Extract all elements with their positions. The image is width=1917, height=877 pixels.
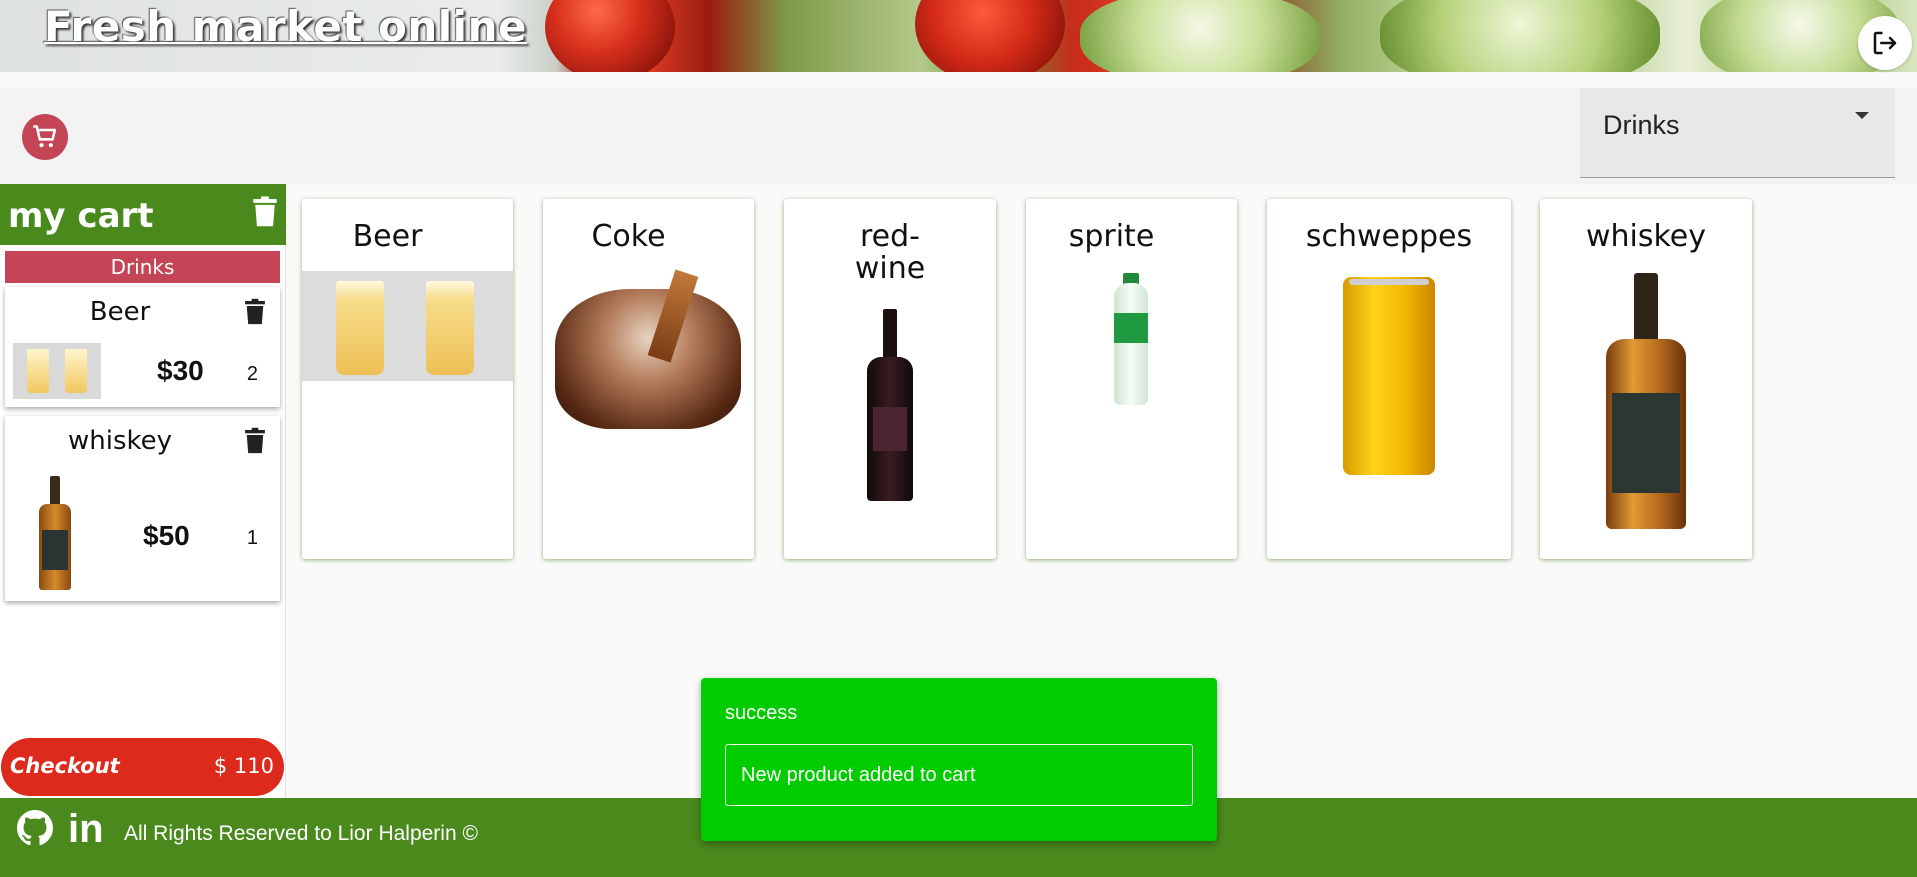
product-name: whiskey xyxy=(1585,219,1707,254)
cart-item-quantity: 2 xyxy=(246,363,258,385)
product-name: Coke xyxy=(591,219,666,254)
cart-sidebar: my cart Drinks Beer $30 2 whiskey $50 1 … xyxy=(0,184,286,798)
cart-group-label: Drinks xyxy=(5,251,280,283)
beer-image xyxy=(302,271,513,381)
clear-cart-button[interactable] xyxy=(252,196,278,232)
linkedin-link[interactable]: in xyxy=(68,807,104,852)
success-toast[interactable]: success New product added to cart xyxy=(701,678,1217,841)
product-name: Beer xyxy=(352,219,423,254)
checkout-label: Checkout xyxy=(10,754,120,778)
tomato-image xyxy=(545,0,675,72)
cart-item-name: Beer xyxy=(89,297,151,327)
checkout-button[interactable]: Checkout $ 110 xyxy=(1,738,284,796)
cart-item-price: $50 xyxy=(143,520,190,551)
coke-image xyxy=(543,269,754,429)
logout-button[interactable] xyxy=(1858,16,1912,70)
copyright-text: All Rights Reserved to Lior Halperin © xyxy=(124,822,478,845)
cart-header: my cart xyxy=(0,184,286,245)
github-link[interactable] xyxy=(17,810,53,850)
cart-item: Beer $30 2 xyxy=(5,287,280,407)
product-card[interactable]: red- wine xyxy=(784,199,996,559)
remove-item-button[interactable] xyxy=(244,427,266,459)
product-name: sprite xyxy=(1068,219,1155,254)
trash-icon xyxy=(245,427,265,454)
product-card[interactable]: sprite xyxy=(1026,199,1237,559)
cart-item: whiskey $50 1 xyxy=(5,416,280,601)
cart-icon xyxy=(33,125,57,148)
linkedin-icon: in xyxy=(68,807,104,851)
product-card[interactable]: whiskey xyxy=(1540,199,1752,559)
remove-item-button[interactable] xyxy=(244,298,266,330)
cart-item-name: whiskey xyxy=(67,426,173,456)
lettuce-image xyxy=(1380,0,1660,72)
beer-thumbnail xyxy=(13,343,101,399)
cart-item-quantity: 1 xyxy=(246,527,258,549)
product-card[interactable]: Beer xyxy=(302,199,513,559)
product-card[interactable]: schweppes xyxy=(1267,199,1511,559)
site-title: Fresh market online xyxy=(44,2,527,51)
toast-message: New product added to cart xyxy=(725,744,1193,806)
red-wine-image xyxy=(867,309,913,501)
header-banner: Fresh market online xyxy=(0,0,1917,72)
schweppes-image xyxy=(1343,277,1435,475)
category-select[interactable]: Drinks xyxy=(1580,88,1895,178)
cart-title: my cart xyxy=(8,196,154,236)
trash-icon xyxy=(245,298,265,325)
whiskey-image xyxy=(1604,273,1688,531)
product-card[interactable]: Coke xyxy=(543,199,754,559)
product-name: red- wine xyxy=(854,219,926,286)
toolbar: Drinks xyxy=(0,88,1917,184)
trash-icon xyxy=(253,196,277,227)
category-select-value: Drinks xyxy=(1603,110,1680,140)
cart-toggle-button[interactable] xyxy=(22,114,68,160)
cart-total: $ 110 xyxy=(213,754,274,778)
lettuce-image xyxy=(1080,0,1320,72)
product-name: schweppes xyxy=(1305,219,1473,254)
github-icon xyxy=(17,810,53,846)
tomato-image xyxy=(915,0,1065,72)
cart-item-price: $30 xyxy=(157,355,204,386)
sprite-image xyxy=(1110,273,1152,407)
logout-icon xyxy=(1873,31,1897,55)
toast-title: success xyxy=(725,702,798,724)
whiskey-thumbnail xyxy=(35,476,75,592)
chevron-down-icon xyxy=(1855,112,1869,119)
